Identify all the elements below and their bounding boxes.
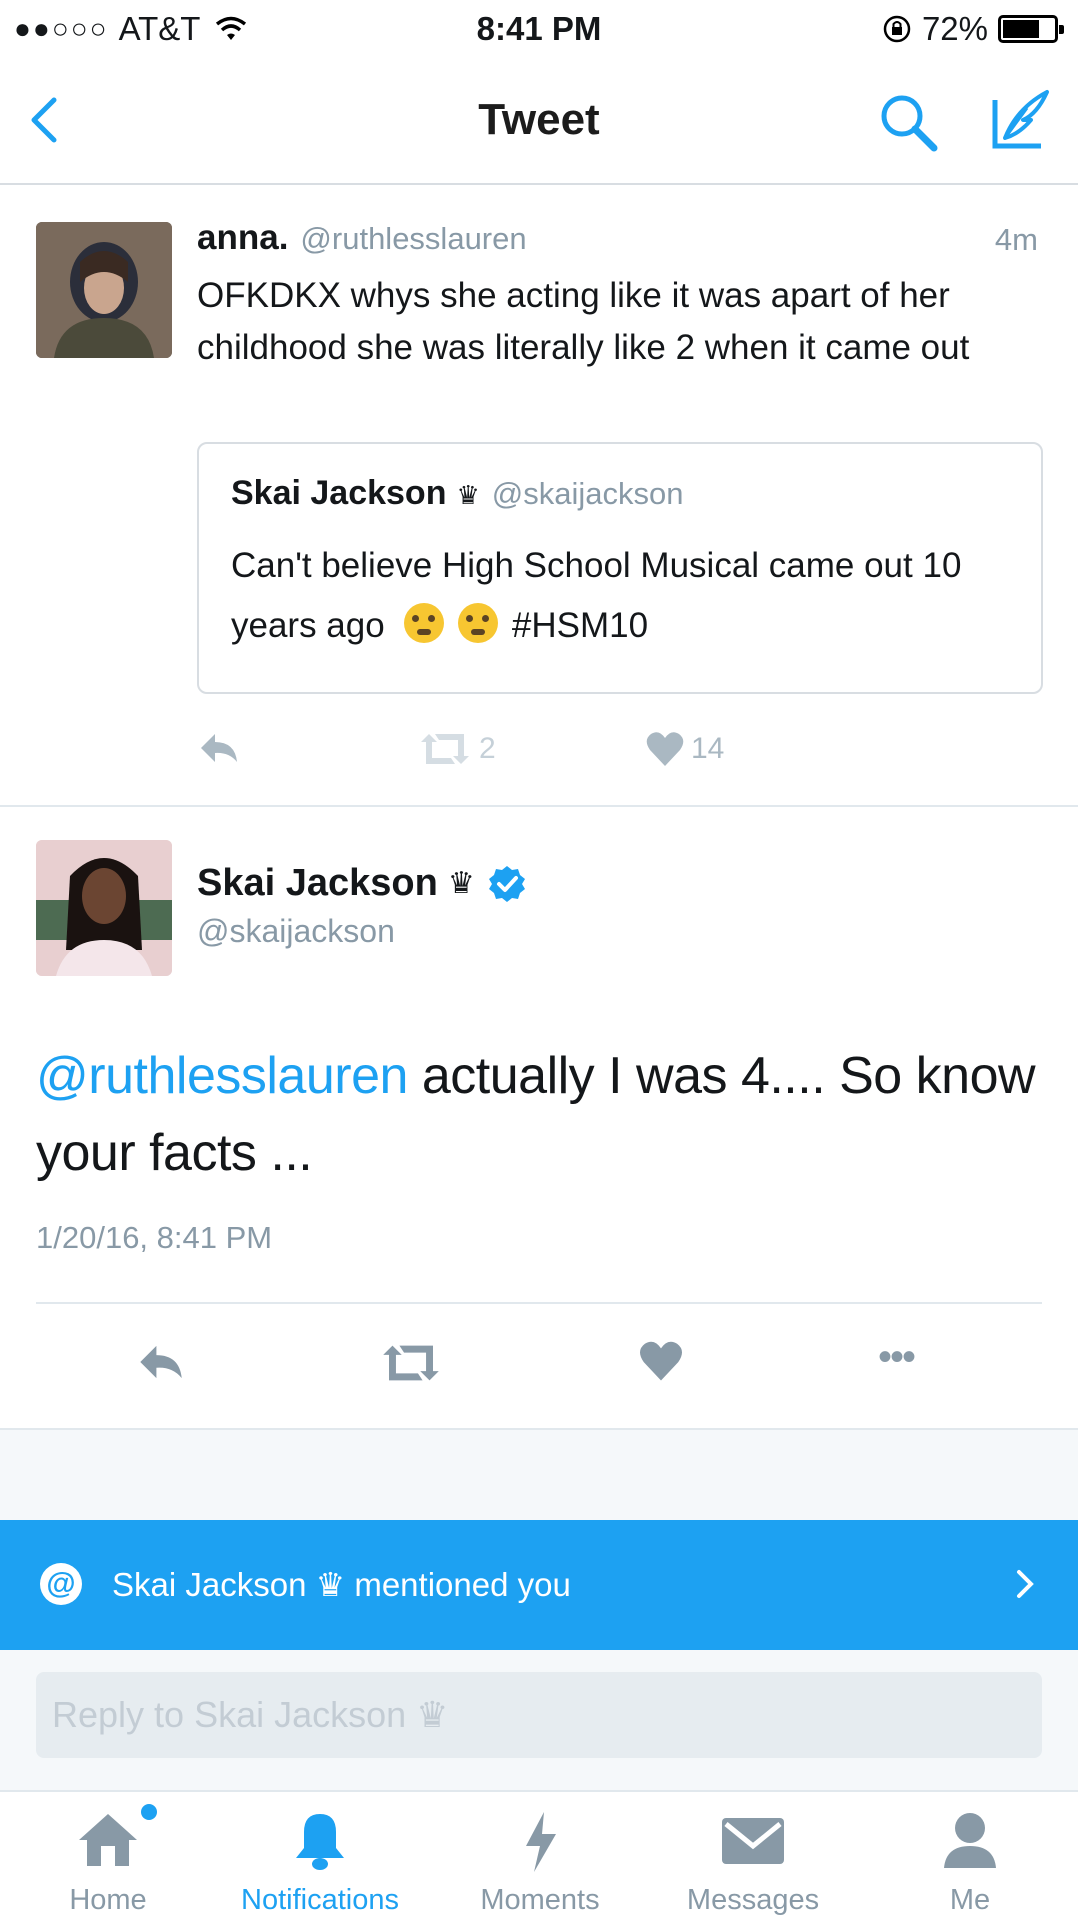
- battery-icon: [998, 15, 1064, 43]
- reply-input[interactable]: [36, 1672, 1042, 1758]
- reply-button[interactable]: [134, 1339, 188, 1385]
- bell-icon: [296, 1814, 344, 1870]
- quoted-text: Can't believe High School Musical came o…: [231, 536, 1011, 656]
- new-content-dot: [141, 1804, 157, 1820]
- mention-notification-banner[interactable]: @ Skai Jackson ♛ mentioned you: [0, 1520, 1078, 1650]
- envelope-icon: [722, 1818, 784, 1864]
- avatar-anna[interactable]: [36, 222, 172, 358]
- author-name[interactable]: Skai Jackson: [197, 862, 438, 905]
- reply-icon: [140, 1345, 182, 1379]
- mention-link[interactable]: @ruthlesslauren: [36, 1047, 408, 1105]
- home-icon: [79, 1814, 137, 1866]
- verified-badge-icon: [488, 865, 525, 902]
- flushed-face-emoji-icon: [404, 603, 445, 643]
- tab-me[interactable]: Me: [900, 1792, 1040, 1920]
- author-handle[interactable]: @ruthlesslauren: [300, 221, 526, 257]
- like-button[interactable]: [638, 1339, 684, 1383]
- tab-label: Messages: [686, 1884, 820, 1916]
- tab-label: Moments: [480, 1884, 600, 1916]
- hashtag[interactable]: #HSM10: [512, 606, 648, 645]
- avatar-photo: [36, 840, 172, 976]
- crown-icon: ♛: [447, 867, 475, 900]
- retweet-icon: [421, 734, 469, 764]
- spacer-area: [0, 1428, 1078, 1520]
- chevron-right-icon: [1017, 1570, 1034, 1598]
- divider: [0, 805, 1078, 807]
- weary-face-emoji-icon: [458, 603, 499, 643]
- banner-text: Skai Jackson ♛ mentioned you: [112, 1566, 571, 1603]
- tab-label: Me: [949, 1884, 991, 1916]
- tweet-time: 4m: [994, 222, 1038, 257]
- at-icon: @: [40, 1563, 82, 1605]
- tab-label: Notifications: [241, 1884, 399, 1916]
- quoted-header: Skai Jackson ♛ @skaijackson: [231, 474, 684, 513]
- battery-fill: [1003, 20, 1039, 38]
- rotation-lock-icon: [883, 15, 911, 43]
- retweet-button[interactable]: [378, 1341, 444, 1385]
- like-button[interactable]: 14: [645, 730, 724, 768]
- more-options-button[interactable]: •••: [878, 1335, 916, 1380]
- status-right: 72%: [882, 10, 1064, 48]
- tab-messages[interactable]: Messages: [668, 1792, 838, 1920]
- tab-moments[interactable]: Moments: [460, 1792, 620, 1920]
- tab-bar: Home Notifications Moments Messages Me: [0, 1790, 1078, 1920]
- tab-label: Home: [69, 1884, 147, 1916]
- more-icon: •••: [878, 1335, 916, 1379]
- avatar-photo: [36, 222, 172, 358]
- author-handle[interactable]: @skaijackson: [197, 913, 395, 950]
- reply-icon: [201, 734, 237, 762]
- tab-home[interactable]: Home: [38, 1792, 178, 1920]
- reply-button[interactable]: [197, 728, 241, 768]
- reply-bar: [0, 1650, 1078, 1790]
- search-icon[interactable]: [876, 90, 942, 156]
- tweet-actions: 2 14: [197, 728, 797, 778]
- crown-icon: ♛: [456, 480, 480, 510]
- person-icon: [944, 1813, 996, 1868]
- retweet-button[interactable]: 2: [417, 730, 496, 768]
- tweet-text: @ruthlesslauren actually I was 4.... So …: [36, 1038, 1036, 1192]
- heart-icon: [646, 732, 684, 766]
- heart-icon: [639, 1341, 683, 1381]
- compose-icon[interactable]: [983, 86, 1053, 156]
- retweet-count: 2: [479, 732, 496, 765]
- tweet-timestamp: 1/20/16, 8:41 PM: [36, 1220, 273, 1255]
- avatar-skai-jackson[interactable]: [36, 840, 172, 976]
- tweet-header: anna. @ruthlesslauren: [197, 218, 527, 258]
- like-count: 14: [691, 732, 725, 765]
- lightning-icon: [526, 1812, 556, 1872]
- author-name[interactable]: anna.: [197, 218, 288, 258]
- quoted-tweet[interactable]: Skai Jackson ♛ @skaijackson Can't believ…: [197, 442, 1043, 694]
- navigation-bar: Tweet: [0, 60, 1078, 185]
- tweet-text: OFKDKX whys she acting like it was apart…: [197, 276, 970, 367]
- status-bar: ●●○○○ AT&T 8:41 PM 72%: [0, 0, 1078, 60]
- divider: [36, 1302, 1042, 1304]
- retweet-icon: [383, 1345, 439, 1381]
- battery-percent: 72%: [921, 10, 988, 47]
- tweet-author-row: Skai Jackson ♛: [197, 862, 527, 905]
- quoted-author-handle: @skaijackson: [491, 476, 684, 511]
- tab-notifications[interactable]: Notifications: [220, 1792, 420, 1920]
- battery-tip: [1059, 25, 1064, 34]
- quoted-author-name: Skai Jackson: [231, 474, 447, 512]
- tweet-actions: •••: [0, 1335, 1078, 1395]
